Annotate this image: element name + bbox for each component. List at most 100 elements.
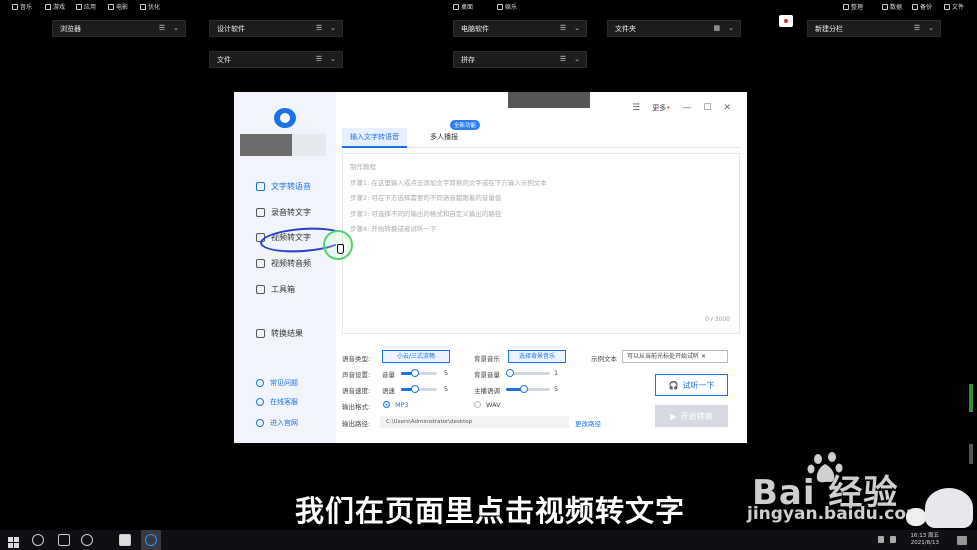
change-path-link[interactable]: 更改路径: [575, 418, 601, 428]
topbar-item-optimize[interactable]: 优化: [140, 2, 160, 11]
menu-icon[interactable]: ☰: [632, 103, 640, 113]
bgm-select[interactable]: 选择背景音乐: [508, 350, 566, 363]
topbar-item-movies[interactable]: 电影: [108, 2, 128, 11]
radio-mp3[interactable]: [383, 401, 390, 408]
desktop-folder-folders[interactable]: 文件夹 ▦ ⌄: [607, 20, 741, 37]
optimize-icon: [140, 3, 146, 10]
tshirt-icon[interactable]: [779, 15, 793, 27]
chevron-down-icon[interactable]: ⌄: [173, 24, 179, 32]
speed-label: 语速: [382, 387, 395, 395]
link-faq[interactable]: 常见问题: [256, 378, 298, 388]
search-icon[interactable]: [32, 534, 44, 546]
headset-icon: [256, 398, 264, 406]
list-icon[interactable]: ☰: [560, 55, 566, 63]
topbar-item-backup[interactable]: 备份: [912, 2, 932, 11]
slider-handle[interactable]: [411, 385, 420, 393]
shark-mascot: [925, 488, 973, 528]
scroll-indicator-2: [969, 444, 973, 464]
topbar-item-files[interactable]: 文件: [944, 2, 964, 11]
topbar-item-music[interactable]: 音乐: [12, 2, 32, 11]
try-listen-button[interactable]: 🎧 试听一下: [655, 374, 728, 396]
chevron-down-icon[interactable]: ⌄: [574, 24, 580, 32]
list-icon[interactable]: ☰: [914, 24, 920, 32]
topbar-item-apps[interactable]: 应用: [76, 2, 96, 11]
title-tab: [508, 92, 590, 108]
minimize-icon[interactable]: —: [682, 103, 691, 113]
maximize-icon[interactable]: ☐: [703, 103, 711, 113]
music-icon: [12, 3, 18, 10]
radio-wav[interactable]: [474, 401, 481, 408]
char-count: 0 / 3000: [705, 315, 730, 323]
tray-icon[interactable]: [890, 536, 896, 543]
taskbar: 16:13 周五 2021/8/13: [0, 530, 977, 550]
question-icon: [256, 379, 264, 387]
sidebar-item-text-to-speech[interactable]: 文字转语音: [256, 181, 311, 192]
link-support[interactable]: 在线客服: [256, 397, 298, 407]
window-controls: ☰ 更多• — ☐ ✕: [632, 103, 731, 113]
chevron-down-icon[interactable]: ⌄: [928, 24, 934, 32]
text-input-area[interactable]: 制作教程 步骤1: 在这里输入或点击添加文字转换的文字或在下方输入示例文本 步骤…: [342, 153, 740, 334]
chevron-down-icon[interactable]: ⌄: [330, 24, 336, 32]
windows-icon: [453, 3, 459, 10]
desktop-folder-software[interactable]: 电脑软件 ☰ ⌄: [453, 20, 587, 37]
slider-handle[interactable]: [519, 385, 528, 393]
headphones-icon: 🎧: [668, 380, 679, 390]
grid-icon[interactable]: ▦: [714, 24, 721, 32]
chevron-down-icon[interactable]: ⌄: [574, 55, 580, 63]
tray-icon[interactable]: [878, 536, 884, 543]
converter-app-icon[interactable]: [145, 534, 157, 546]
topbar-item-games[interactable]: 游戏: [45, 2, 65, 11]
list-icon[interactable]: ☰: [560, 24, 566, 32]
desktop: 音乐 游戏 应用 电影 优化 桌面 娱乐 整理 数据 备份 文件 浏览器 ☰ ⌄ 设…: [0, 0, 977, 550]
app-icon[interactable]: [81, 534, 93, 546]
topbar-item-desktop[interactable]: 桌面: [453, 2, 473, 11]
chevron-down-icon[interactable]: ⌄: [330, 55, 336, 63]
voice-type-select[interactable]: 小云/三式流畅: [382, 350, 450, 363]
list-icon[interactable]: ☰: [159, 24, 165, 32]
list-icon[interactable]: ☰: [316, 55, 322, 63]
notification-icon[interactable]: [957, 536, 967, 545]
slider-handle[interactable]: [411, 369, 420, 377]
format-wav-label: WAV: [486, 401, 501, 409]
audio-icon: [256, 208, 265, 217]
speed-slider[interactable]: [401, 385, 437, 393]
sidebar-item-video-to-audio[interactable]: 视频转音频: [256, 258, 311, 269]
close-icon[interactable]: ✕: [723, 103, 731, 113]
apps-icon: [76, 3, 82, 10]
link-website[interactable]: 进入官网: [256, 418, 298, 428]
task-view-icon[interactable]: [58, 534, 70, 546]
desktop-folder-files[interactable]: 文件 ☰ ⌄: [209, 51, 343, 68]
pitch-slider[interactable]: [506, 385, 550, 393]
tab-input-text[interactable]: 输入文字转语音: [342, 128, 407, 148]
sidebar-item-audio-to-text[interactable]: 录音转文字: [256, 207, 311, 218]
tab-multi-speaker[interactable]: 多人播报: [422, 128, 466, 148]
movie-icon: [108, 3, 114, 10]
output-path-field[interactable]: C:\Users\Administrator\desktop: [380, 416, 569, 428]
slider-handle[interactable]: [506, 369, 515, 377]
play-icon: ▶: [670, 411, 677, 421]
chevron-down-icon[interactable]: ⌄: [728, 24, 734, 32]
topbar-item-organize[interactable]: 整理: [843, 2, 863, 11]
sidebar-item-results[interactable]: 转换结果: [256, 328, 303, 339]
bg-volume-label: 背景音量: [474, 371, 500, 379]
sidebar-item-toolbox[interactable]: 工具箱: [256, 284, 295, 295]
example-select[interactable]: 可以从当前光标处开始试听 ✕: [622, 350, 728, 363]
hand-cursor-icon: [337, 244, 344, 254]
taskbar-clock[interactable]: 16:13 周五 2021/8/13: [910, 533, 939, 547]
windows-start-icon[interactable]: [8, 534, 20, 548]
account-banner: [240, 134, 326, 156]
close-icon[interactable]: ✕: [701, 353, 706, 360]
start-convert-button[interactable]: ▶ 开始转换: [655, 405, 728, 427]
bg-volume-slider[interactable]: [506, 369, 550, 377]
desktop-folder-new[interactable]: 新建分栏 ☰ ⌄: [807, 20, 941, 37]
list-icon[interactable]: ☰: [316, 24, 322, 32]
topbar-item-entertainment[interactable]: 娱乐: [497, 2, 517, 11]
desktop-folder-browser[interactable]: 浏览器 ☰ ⌄: [52, 20, 186, 37]
desktop-folder-design[interactable]: 设计软件 ☰ ⌄: [209, 20, 343, 37]
scroll-indicator: [969, 384, 973, 412]
file-icon[interactable]: [119, 534, 131, 546]
more-menu[interactable]: 更多•: [652, 103, 670, 113]
topbar-item-data[interactable]: 数据: [882, 2, 902, 11]
volume-slider[interactable]: [401, 369, 437, 377]
desktop-folder-storage[interactable]: 拼存 ☰ ⌄: [453, 51, 587, 68]
